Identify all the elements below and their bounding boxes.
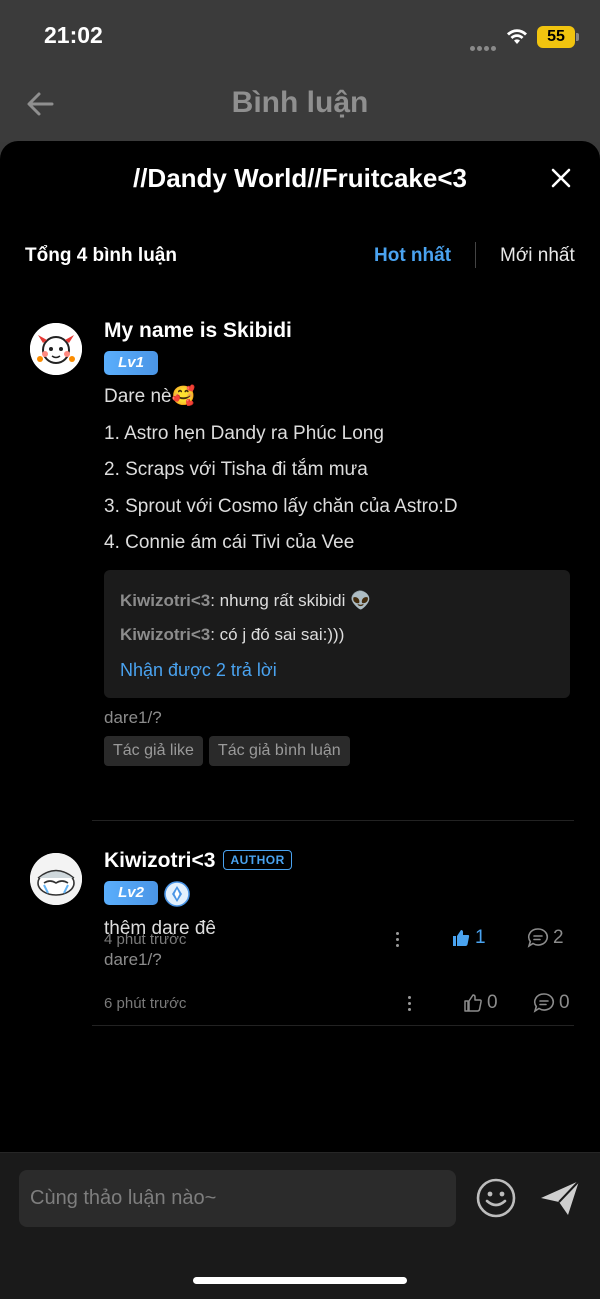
reply-button[interactable]: 0 xyxy=(533,992,570,1014)
level-badge: Lv1 xyxy=(104,351,158,375)
send-icon[interactable] xyxy=(538,1178,582,1218)
emoji-icon[interactable] xyxy=(475,1177,517,1219)
reply-item: Kiwizotri<3: nhưng rất skibidi 👽 xyxy=(120,584,554,618)
page-title: Bình luận xyxy=(231,86,369,119)
comment-input-wrapper[interactable] xyxy=(19,1170,456,1227)
view-replies-link[interactable]: Nhận được 2 trả lời xyxy=(120,652,554,688)
like-button[interactable]: 0 xyxy=(463,992,498,1014)
divider xyxy=(92,820,574,821)
reply-text: : có j đó sai sai:))) xyxy=(210,624,345,644)
comment-input[interactable] xyxy=(19,1170,456,1227)
comment-time: 6 phút trước xyxy=(104,995,187,1012)
thumbs-up-icon xyxy=(464,994,482,1012)
battery-nub xyxy=(576,33,579,41)
more-options-icon[interactable] xyxy=(407,996,413,1014)
sheet-title: //Dandy World//Fruitcake<3 xyxy=(132,163,467,193)
avatar[interactable] xyxy=(30,853,82,905)
comment-text-line: 1. Astro hẹn Dandy ra Phúc Long xyxy=(104,422,384,444)
sort-new-tab[interactable]: Mới nhất xyxy=(500,245,575,267)
wifi-icon xyxy=(507,29,527,44)
comment-text-line: 3. Sprout với Cosmo lấy chăn của Astro:D xyxy=(104,495,458,517)
reply-count: 0 xyxy=(559,992,570,1013)
comment-text-line: thêm dare đê xyxy=(104,918,216,939)
comment-input-bar xyxy=(0,1152,600,1299)
comment-count: Tổng 4 bình luận xyxy=(25,245,177,266)
author-commented-chip: Tác giả bình luận xyxy=(208,735,350,766)
author-badge: AUTHOR xyxy=(223,850,292,870)
replies-preview[interactable]: Kiwizotri<3: nhưng rất skibidi 👽 Kiwizot… xyxy=(104,569,570,698)
comment-tag-text: dare1/? xyxy=(104,949,162,969)
close-icon[interactable] xyxy=(550,167,572,189)
author-liked-chip: Tác giả like xyxy=(104,735,203,766)
comment-bubble-icon xyxy=(533,993,555,1013)
page-header: Bình luận xyxy=(0,72,600,142)
status-time: 21:02 xyxy=(44,22,103,48)
reply-item: Kiwizotri<3: có j đó sai sai:))) xyxy=(120,618,554,652)
level-badge: Lv2 xyxy=(104,881,158,905)
comment-text-line: Dare nè🥰 xyxy=(104,386,196,407)
verified-shield-icon xyxy=(164,881,190,907)
reply-user: Kiwizotri<3 xyxy=(120,624,211,644)
reply-user: Kiwizotri<3 xyxy=(120,590,211,610)
like-count: 0 xyxy=(487,992,498,1013)
home-indicator[interactable] xyxy=(193,1277,407,1284)
comment-text-line: 2. Scraps với Tisha đi tắm mưa xyxy=(104,459,368,480)
comment-tag-text: dare1/? xyxy=(104,707,162,727)
comment-author-name[interactable]: Kiwizotri<3 xyxy=(104,849,215,873)
reply-text: : nhưng rất skibidi 👽 xyxy=(210,590,372,610)
comments-sheet: //Dandy World//Fruitcake<3 Tổng 4 bình l… xyxy=(0,141,600,1299)
sort-divider xyxy=(475,242,476,268)
battery-level: 55 xyxy=(537,26,575,48)
comment-author-name[interactable]: My name is Skibidi xyxy=(104,319,292,343)
comment-text-line: 4. Connie ám cái Tivi của Vee xyxy=(104,532,355,553)
avatar[interactable] xyxy=(30,323,82,375)
sort-hot-tab[interactable]: Hot nhất xyxy=(374,245,451,267)
divider xyxy=(92,1025,574,1026)
status-bar: 21:02 55 xyxy=(0,0,600,72)
signal-icon xyxy=(470,38,498,51)
